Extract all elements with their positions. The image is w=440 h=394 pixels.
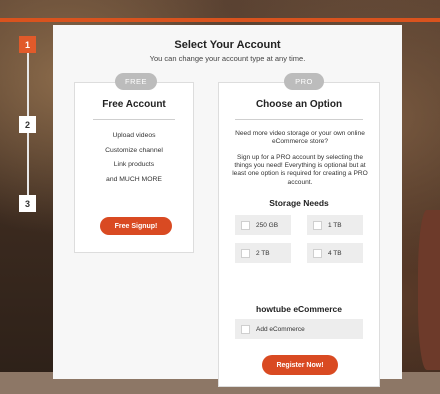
- register-now-button[interactable]: Register Now!: [262, 355, 338, 375]
- background-person: [418, 210, 440, 370]
- free-badge: FREE: [115, 73, 157, 90]
- pro-card-title: Choose an Option: [255, 99, 343, 110]
- pro-account-card: PRO Choose an Option Need more video sto…: [218, 73, 380, 387]
- list-item: and MUCH MORE: [106, 175, 162, 183]
- checkbox[interactable]: [241, 324, 250, 334]
- step-3-indicator[interactable]: 3: [19, 195, 36, 212]
- step-1-indicator[interactable]: 1: [19, 36, 36, 53]
- storage-option-4tb[interactable]: 4 TB: [307, 243, 363, 263]
- free-card-title: Free Account: [102, 99, 166, 110]
- page-subtitle: You can change your account type at any …: [149, 54, 306, 63]
- storage-option-1tb[interactable]: 1 TB: [307, 215, 363, 235]
- free-card-divider: [93, 119, 175, 120]
- checkbox[interactable]: [313, 248, 322, 258]
- pro-card-divider: [235, 119, 363, 120]
- option-label: 2 TB: [256, 249, 270, 257]
- storage-option-250gb[interactable]: 250 GB: [235, 215, 291, 235]
- free-signup-button[interactable]: Free Signup!: [100, 217, 172, 235]
- list-item: Link products: [113, 161, 155, 168]
- option-label: Add eCommerce: [256, 325, 305, 333]
- ecommerce-heading: howtube eCommerce: [256, 304, 342, 314]
- top-accent-bar: [0, 18, 440, 22]
- option-label: 1 TB: [328, 221, 342, 229]
- storage-option-2tb[interactable]: 2 TB: [235, 243, 291, 263]
- pro-badge: PRO: [284, 73, 324, 90]
- pro-description-intro: Need more video storage or your own onli…: [235, 130, 365, 146]
- option-label: 4 TB: [328, 249, 342, 257]
- page-title: Select Your Account: [174, 39, 281, 51]
- step-2-indicator[interactable]: 2: [19, 116, 36, 133]
- free-feature-list: Upload videos Customize channel Link pro…: [75, 129, 193, 187]
- checkbox[interactable]: [241, 248, 250, 258]
- list-item: Upload videos: [112, 132, 156, 139]
- option-label: 250 GB: [256, 221, 279, 229]
- list-item: Customize channel: [105, 146, 163, 154]
- checkbox[interactable]: [241, 220, 250, 230]
- pro-description-details: Sign up for a PRO account by selecting t…: [232, 154, 368, 186]
- ecommerce-option[interactable]: Add eCommerce: [235, 319, 363, 339]
- storage-needs-heading: Storage Needs: [269, 198, 329, 208]
- account-selection-panel: Select Your Account You can change your …: [53, 25, 402, 387]
- free-account-card: FREE Free Account Upload videos Customiz…: [74, 73, 194, 253]
- checkbox[interactable]: [313, 220, 322, 230]
